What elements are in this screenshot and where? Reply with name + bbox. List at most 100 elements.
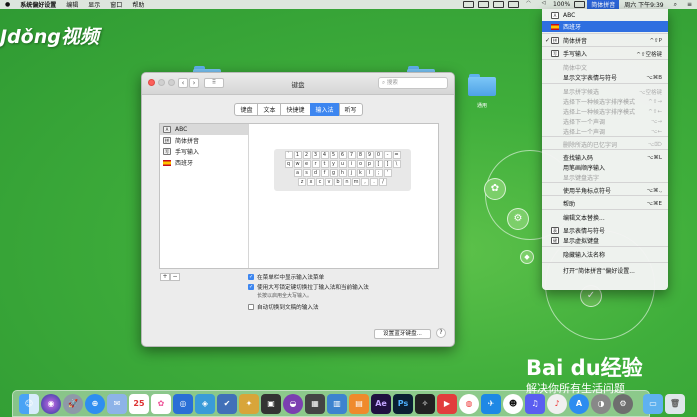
trash-icon[interactable]: 🗑 bbox=[665, 393, 685, 414]
weibo-icon[interactable]: ◍ bbox=[459, 393, 479, 414]
photos-icon[interactable]: ✿ bbox=[151, 393, 171, 414]
status-icon[interactable] bbox=[508, 1, 520, 8]
wifi-icon[interactable]: ◠ bbox=[523, 1, 534, 8]
apple-menu-icon[interactable]: ● bbox=[0, 1, 15, 8]
app-icon[interactable]: ✔ bbox=[217, 393, 237, 414]
checkbox-checked-icon[interactable]: ✓ bbox=[248, 283, 254, 290]
menu-item-label: 简体中文 bbox=[563, 65, 588, 72]
volume-icon[interactable]: ◁ bbox=[538, 1, 549, 8]
app-icon[interactable]: ▥ bbox=[327, 393, 347, 414]
tab-dictation[interactable]: 听写 bbox=[338, 103, 363, 116]
option-caps-lock-switch[interactable]: ✓ 使用大写锁定键切换拉丁输入法和当前输入法 bbox=[248, 283, 369, 291]
setup-bluetooth-keyboard-button[interactable]: 设置蓝牙键盘... bbox=[374, 329, 431, 339]
menu-item-shortcut: ^⇧P bbox=[649, 37, 662, 44]
menu-item[interactable]: 键显示虚拟键盘 bbox=[542, 235, 668, 246]
system-preferences-icon[interactable]: ⚙ bbox=[613, 393, 633, 414]
checkbox-checked-icon[interactable]: ✓ bbox=[248, 273, 254, 280]
menu-window[interactable]: 窗口 bbox=[105, 0, 127, 9]
app-icon[interactable]: ◑ bbox=[591, 393, 611, 414]
tab-text[interactable]: 文本 bbox=[257, 103, 282, 116]
app-icon[interactable]: ◒ bbox=[283, 393, 303, 414]
status-icon[interactable] bbox=[478, 1, 490, 8]
downloads-folder-icon[interactable]: ▭ bbox=[643, 393, 663, 414]
app-icon[interactable]: ◈ bbox=[195, 393, 215, 414]
menu-item: 显示键盘选字 bbox=[542, 172, 668, 183]
menu-item[interactable]: 隐藏输入法名称 bbox=[542, 249, 668, 260]
menu-view[interactable]: 显示 bbox=[83, 0, 105, 9]
menu-item[interactable]: ✓ 拼简体拼音 ^⇧P bbox=[542, 35, 668, 46]
checkbox-unchecked-icon[interactable] bbox=[248, 303, 254, 310]
safari-icon[interactable]: ⊕ bbox=[85, 393, 105, 414]
keyboard-layout-preview: ` 1 2 3 4 5 6 7 8 9 0- = q w e r t y u i o p[] \ a s d f g h j k l; ' z x c… bbox=[274, 149, 411, 191]
option-label: 在菜单栏中显示输入法菜单 bbox=[257, 275, 325, 281]
handwriting-icon: 写 bbox=[163, 148, 171, 155]
app-icon[interactable]: ◎ bbox=[173, 393, 193, 414]
menu-item[interactable]: 帮助 ⌥⌘E bbox=[542, 198, 668, 209]
menu-item-shortcut: ⌥→ bbox=[651, 118, 662, 125]
keyboard-key: r bbox=[311, 160, 320, 168]
desktop-folder[interactable] bbox=[468, 74, 496, 96]
menu-item[interactable]: 写手写输入 ^⇧空格键 bbox=[542, 48, 668, 59]
keyboard-key: n bbox=[343, 178, 351, 186]
after-effects-icon[interactable]: Ae bbox=[371, 393, 391, 414]
help-button[interactable]: ? bbox=[436, 328, 446, 338]
menu-item-label: 用笔画顺序输入 bbox=[563, 165, 606, 172]
app-icon[interactable]: ▶ bbox=[437, 393, 457, 414]
app-icon[interactable]: ✈ bbox=[481, 393, 501, 414]
app-store-icon[interactable]: A bbox=[569, 393, 589, 414]
notification-icon[interactable]: ≡ bbox=[682, 1, 697, 8]
menu-help[interactable]: 帮助 bbox=[127, 0, 149, 9]
battery-percent[interactable]: 100% bbox=[551, 1, 572, 8]
menu-edit[interactable]: 编辑 bbox=[61, 0, 83, 9]
tab-keyboard[interactable]: 键盘 bbox=[234, 103, 259, 116]
spotlight-icon[interactable]: ⌕ bbox=[669, 1, 682, 9]
music-icon[interactable]: ♪ bbox=[547, 393, 567, 414]
app-icon[interactable]: ▤ bbox=[349, 393, 369, 414]
keyboard-key: i bbox=[347, 160, 356, 168]
launchpad-icon[interactable]: 🚀 bbox=[63, 393, 83, 414]
menu-system-preferences[interactable]: 系统偏好设置 bbox=[15, 0, 61, 9]
menu-item[interactable]: 编辑文本替换... bbox=[542, 212, 668, 223]
list-item[interactable]: A ABC bbox=[160, 124, 248, 135]
keyboard-key: 7 bbox=[347, 151, 356, 159]
app-icon[interactable]: ✦ bbox=[239, 393, 259, 414]
finder-icon[interactable]: ☺ bbox=[19, 393, 39, 414]
list-item[interactable]: 西班牙 bbox=[160, 157, 248, 168]
siri-icon[interactable]: ◉ bbox=[41, 393, 61, 414]
keyboard-key: 2 bbox=[302, 151, 311, 159]
search-field[interactable]: ⌕ 搜索 bbox=[378, 77, 448, 89]
checkmark-icon: ✓ bbox=[545, 37, 551, 44]
status-icon[interactable] bbox=[493, 1, 505, 8]
menu-item[interactable]: 使用半角标点符号 ⌥⌘., bbox=[542, 185, 668, 196]
list-item[interactable]: 写 手写输入 bbox=[160, 146, 248, 157]
battery-icon[interactable] bbox=[574, 1, 586, 8]
menu-item[interactable]: 打开“简体拼音”偏好设置... bbox=[542, 265, 668, 276]
photoshop-icon[interactable]: Ps bbox=[393, 393, 413, 414]
menu-item[interactable]: A ABC bbox=[542, 10, 668, 21]
menu-item-shortcut: ⌥⌘L bbox=[647, 154, 662, 161]
menu-item-label: 选择上一种候选字排序模式 bbox=[563, 109, 636, 116]
app-icon[interactable]: ✧ bbox=[415, 393, 435, 414]
tab-input-sources[interactable]: 输入法 bbox=[309, 103, 340, 116]
app-icon[interactable]: ▣ bbox=[261, 393, 281, 414]
app-icon[interactable]: ♫ bbox=[525, 393, 545, 414]
menu-item[interactable]: 显示文字表情与符号 ⌥⌘B bbox=[542, 72, 668, 83]
tab-shortcuts[interactable]: 快捷键 bbox=[280, 103, 311, 116]
status-icon[interactable] bbox=[463, 1, 475, 8]
qq-icon[interactable]: ☻ bbox=[503, 393, 523, 414]
add-source-button[interactable]: + bbox=[160, 273, 170, 281]
option-show-in-menu[interactable]: ✓ 在菜单栏中显示输入法菜单 bbox=[248, 273, 324, 281]
add-remove-controls: + − bbox=[160, 273, 180, 281]
mail-icon[interactable]: ✉ bbox=[107, 393, 127, 414]
keyboard-preferences-window: ‹ › ⠿ 键盘 ⌕ 搜索 键盘 文本 快捷键 输入法 听写 A ABC 拼 简… bbox=[141, 72, 455, 347]
clock[interactable]: 周六 下午9:39 bbox=[619, 0, 668, 9]
option-auto-switch[interactable]: 自动切换到文稿的输入法 bbox=[248, 303, 319, 311]
option-sub-text: 长按以启用全大写输入。 bbox=[257, 293, 313, 299]
app-icon[interactable]: ▦ bbox=[305, 393, 325, 414]
list-item[interactable]: 拼 简体拼音 bbox=[160, 135, 248, 146]
menu-item[interactable]: 西班牙 bbox=[542, 21, 668, 32]
keyboard-key: p bbox=[365, 160, 374, 168]
input-menu-button[interactable]: 简体拼音 bbox=[587, 0, 620, 9]
remove-source-button[interactable]: − bbox=[170, 273, 180, 281]
calendar-icon[interactable]: 25 bbox=[129, 393, 149, 414]
